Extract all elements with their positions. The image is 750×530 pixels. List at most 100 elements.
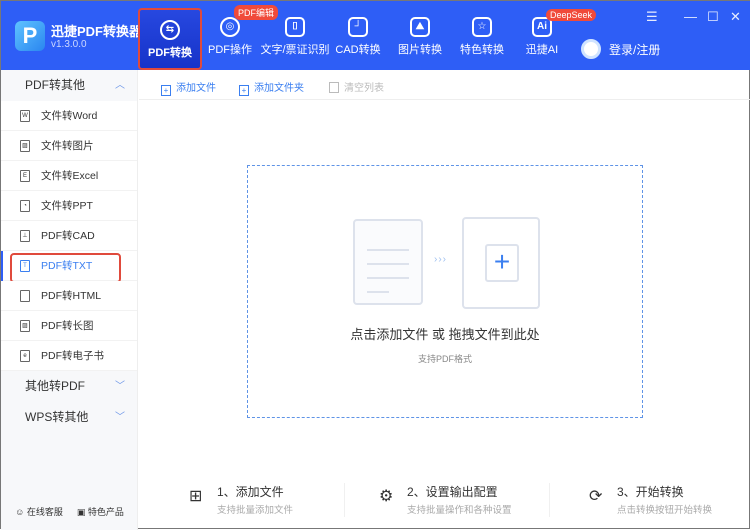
add-file-icon: ⊞ xyxy=(189,488,203,505)
sidebar-item-label: 文件转PPT xyxy=(41,200,93,212)
trash-icon xyxy=(329,82,339,93)
divider xyxy=(549,483,550,517)
label: 添加文件夹 xyxy=(254,83,304,94)
file-type-icon: ◔ xyxy=(20,200,30,212)
label: 在线客服 xyxy=(26,507,63,517)
sidebar-item[interactable]: T PDF转TXT xyxy=(1,251,137,283)
arrows-icon: ››› xyxy=(434,254,447,265)
toolbar: + 添加文件 + 添加文件夹 清空列表 xyxy=(139,70,750,100)
file-type-icon: ▨ xyxy=(20,140,30,152)
tab-label: PDF转换 xyxy=(148,47,192,59)
disc-icon: ◎ xyxy=(220,17,240,37)
app-version: v1.3.0.0 xyxy=(51,39,87,50)
chevron-down-icon: ﹀ xyxy=(115,381,125,392)
tab-ai[interactable]: DeepSeek Ai 迅捷AI xyxy=(510,7,597,69)
add-folder-icon: + xyxy=(239,85,249,96)
section-label: PDF转其他 xyxy=(25,78,86,92)
chevron-down-icon: ﹀ xyxy=(115,412,125,423)
login-button[interactable]: 登录/注册 xyxy=(581,39,660,59)
tab-ocr[interactable]: ⌷ 文字/票证识别 xyxy=(259,7,331,69)
menu-icon[interactable]: ☰ xyxy=(646,9,658,25)
avatar xyxy=(581,39,601,59)
sidebar-item-label: 文件转Word xyxy=(41,110,98,122)
add-target-icon: + xyxy=(462,217,540,309)
sidebar-item-label: PDF转电子书 xyxy=(41,350,104,362)
chevron-up-icon: ︿ xyxy=(115,80,125,91)
star-icon: ☆ xyxy=(472,17,492,37)
tab-cad[interactable]: ┘ CAD转换 xyxy=(326,7,390,69)
add-file-icon: + xyxy=(161,85,171,96)
label: 添加文件 xyxy=(176,83,216,94)
sidebar-item-label: 文件转图片 xyxy=(41,140,94,152)
title-bar: P 迅捷PDF转换器 v1.3.0.0 ⇆ PDF转换 PDF编辑 ◎ PDF操作 ⌷… xyxy=(1,1,750,70)
sidebar-item[interactable]: ◔ 文件转PPT xyxy=(1,191,137,221)
step-subtitle: 支持批量添加文件 xyxy=(217,505,294,516)
sidebar-item[interactable]: W 文件转Word xyxy=(1,101,137,131)
file-type-icon: E xyxy=(20,170,30,182)
sidebar-item[interactable]: PDF转HTML xyxy=(1,281,137,311)
sidebar-item[interactable]: ▨ PDF转长图 xyxy=(1,311,137,341)
file-type-icon: ▨ xyxy=(20,320,30,332)
label: 清空列表 xyxy=(344,83,384,94)
sidebar-item-label: PDF转CAD xyxy=(41,230,95,242)
tab-label: 特色转换 xyxy=(460,44,504,56)
tab-special[interactable]: ☆ 特色转换 xyxy=(450,7,514,69)
section-pdf-to-other[interactable]: PDF转其他 ︿ xyxy=(1,70,137,101)
file-type-icon: e xyxy=(20,350,30,362)
cad-icon: ┘ xyxy=(348,17,368,37)
section-wps-to-other[interactable]: WPS转其他 ﹀ xyxy=(1,402,137,433)
tab-pdf-operate[interactable]: PDF编辑 ◎ PDF操作 xyxy=(198,5,279,69)
scan-icon: ⌷ xyxy=(285,17,305,37)
tab-image[interactable]: ⛰ 图片转换 xyxy=(388,7,452,69)
tab-label: 迅捷AI xyxy=(525,44,559,56)
step-title: 3、开始转换 xyxy=(617,485,684,499)
section-other-to-pdf[interactable]: 其他转PDF ﹀ xyxy=(1,371,137,402)
image-icon: ⛰ xyxy=(410,17,430,37)
divider xyxy=(344,483,345,517)
convert-icon: ⇆ xyxy=(160,20,180,40)
sidebar-item-label: PDF转HTML xyxy=(41,290,102,302)
minimize-icon[interactable]: — xyxy=(684,9,697,24)
sidebar-item-label: PDF转TXT xyxy=(41,260,93,272)
sidebar-item-label: PDF转长图 xyxy=(41,320,94,332)
section-label: WPS转其他 xyxy=(25,410,89,424)
app-name: 迅捷PDF转换器 xyxy=(51,24,143,39)
tab-label: CAD转换 xyxy=(335,44,381,56)
app-logo: P xyxy=(15,21,45,51)
add-file-button[interactable]: + 添加文件 xyxy=(161,79,216,96)
online-service-button[interactable]: ☺ 在线客服 xyxy=(15,505,63,518)
drop-zone[interactable]: ››› + 点击添加文件 或 拖拽文件到此处 支持PDF格式 xyxy=(247,165,643,418)
sidebar-item[interactable]: ▨ 文件转图片 xyxy=(1,131,137,161)
tab-label: 图片转换 xyxy=(398,44,442,56)
sidebar-item[interactable]: e PDF转电子书 xyxy=(1,341,137,371)
file-type-icon: ⊥ xyxy=(20,230,30,242)
maximize-icon[interactable]: ☐ xyxy=(707,9,719,25)
sidebar-item-label: 文件转Excel xyxy=(41,170,99,182)
tab-pdf-convert[interactable]: ⇆ PDF转换 xyxy=(138,8,202,70)
file-type-icon xyxy=(20,290,30,302)
tab-label: PDF操作 xyxy=(208,44,252,56)
section-label: 其他转PDF xyxy=(25,379,86,393)
gear-icon: ⚙ xyxy=(379,488,394,505)
label: 特色产品 xyxy=(87,507,124,517)
sidebar-item[interactable]: ⊥ PDF转CAD xyxy=(1,221,137,251)
drop-subtitle: 支持PDF格式 xyxy=(417,354,472,364)
step-title: 1、添加文件 xyxy=(217,485,284,499)
drop-title: 点击添加文件 或 拖拽文件到此处 xyxy=(350,327,540,342)
clear-list-button[interactable]: 清空列表 xyxy=(329,79,384,94)
featured-products-button[interactable]: ▣ 特色产品 xyxy=(77,505,124,518)
close-icon[interactable]: ✕ xyxy=(730,9,741,25)
login-label: 登录/注册 xyxy=(609,42,661,57)
step-subtitle: 点击转换按钮开始转换 xyxy=(617,505,713,516)
step-subtitle: 支持批量操作和各种设置 xyxy=(407,505,512,516)
convert-star-icon: ⟳ xyxy=(589,488,603,505)
sidebar-item[interactable]: E 文件转Excel xyxy=(1,161,137,191)
step-title: 2、设置输出配置 xyxy=(407,485,498,499)
add-folder-button[interactable]: + 添加文件夹 xyxy=(239,79,304,96)
sidebar: PDF转其他 ︿ W 文件转Word ▨ 文件转图片 E 文件转Excel ◔ 文件转PPT ⊥ P… xyxy=(1,70,138,530)
file-type-icon: T xyxy=(20,260,30,272)
deepseek-badge: DeepSeek xyxy=(546,9,597,21)
document-icon xyxy=(353,219,423,305)
file-type-icon: W xyxy=(20,110,30,122)
tab-label: 文字/票证识别 xyxy=(260,44,330,56)
